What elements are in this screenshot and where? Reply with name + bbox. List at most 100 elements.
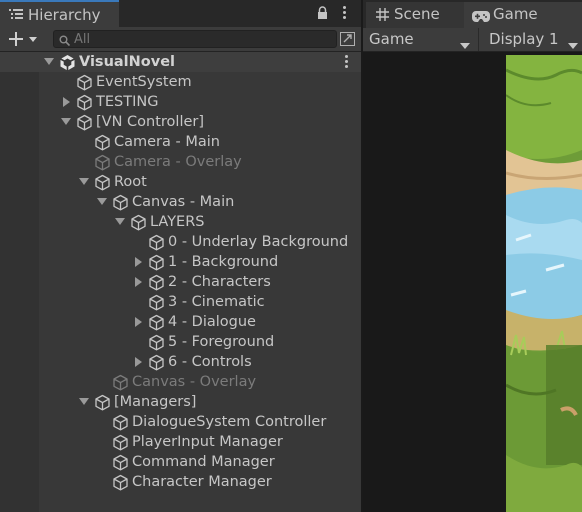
scene-menu-icon[interactable] [345, 55, 349, 69]
chevron-down-icon [568, 37, 578, 53]
hash-grid-icon [376, 8, 389, 25]
game-tab-bar: Scene Game [363, 0, 582, 28]
hierarchy-item-label: [Managers] [114, 394, 197, 410]
hierarchy-item[interactable]: 3 - Cinematic [0, 292, 361, 312]
search-icon [59, 34, 71, 47]
search-field[interactable] [53, 30, 337, 48]
hierarchy-item[interactable]: 6 - Controls [0, 352, 361, 372]
collapse-arrow-icon[interactable] [132, 352, 144, 372]
hierarchy-item[interactable]: 4 - Dialogue [0, 312, 361, 332]
game-render-image [506, 55, 582, 512]
hierarchy-item[interactable]: [VN Controller] [0, 112, 361, 132]
game-viewport[interactable] [363, 52, 582, 512]
hierarchy-item-label: Camera - Main [114, 134, 220, 150]
list-icon [9, 8, 23, 20]
hierarchy-item-label: Canvas - Overlay [132, 374, 257, 390]
hierarchy-item-label: Root [114, 174, 147, 190]
hierarchy-panel: Hierarchy All VisualNovel EventSystem TE… [0, 0, 361, 512]
gameobject-icon [76, 114, 93, 131]
hierarchy-item[interactable]: [Managers] [0, 392, 361, 412]
hierarchy-tree: VisualNovel EventSystem TESTING [VN Control… [0, 52, 361, 512]
game-toolbar: Game Display 1 [363, 28, 582, 52]
search-input[interactable] [74, 31, 314, 47]
hierarchy-item-label: 4 - Dialogue [168, 314, 256, 330]
gameobject-icon [148, 294, 165, 311]
gameobject-icon [94, 154, 111, 171]
expand-arrow-icon[interactable] [114, 212, 126, 232]
gameobject-icon [148, 254, 165, 271]
gameobject-icon [112, 454, 129, 471]
hierarchy-item-label: Command Manager [132, 454, 275, 470]
hierarchy-item-label: 0 - Underlay Background [168, 234, 349, 250]
gameobject-icon [148, 314, 165, 331]
hierarchy-item-label: TESTING [96, 94, 159, 110]
hierarchy-item-label: [VN Controller] [96, 114, 205, 130]
hierarchy-item[interactable]: EventSystem [0, 72, 361, 92]
hierarchy-item[interactable]: Canvas - Main [0, 192, 361, 212]
gameobject-icon [130, 214, 147, 231]
hierarchy-item-label: DialogueSystem Controller [132, 414, 327, 430]
hierarchy-item[interactable]: 0 - Underlay Background [0, 232, 361, 252]
scene-row[interactable]: VisualNovel [0, 52, 361, 72]
hierarchy-item-label: 1 - Background [168, 254, 279, 270]
expand-arrow-icon[interactable] [96, 192, 108, 212]
hierarchy-item-label: EventSystem [96, 74, 192, 90]
tab-game-label: Game [493, 5, 538, 23]
gamepad-icon [472, 10, 490, 26]
gameobject-icon [148, 334, 165, 351]
create-button[interactable] [4, 29, 44, 49]
tab-hierarchy-label: Hierarchy [28, 6, 101, 24]
hierarchy-item-label: Character Manager [132, 474, 272, 490]
collapse-arrow-icon[interactable] [60, 92, 72, 112]
hierarchy-item[interactable]: Character Manager [0, 472, 361, 492]
gameobject-icon [148, 274, 165, 291]
hierarchy-item-label: Canvas - Main [132, 194, 235, 210]
hierarchy-item[interactable]: 5 - Foreground [0, 332, 361, 352]
collapse-arrow-icon[interactable] [132, 272, 144, 292]
hierarchy-item[interactable]: DialogueSystem Controller [0, 412, 361, 432]
hierarchy-item-label: VisualNovel [79, 54, 175, 70]
unity-logo-icon [59, 54, 76, 71]
hierarchy-item[interactable]: Root [0, 172, 361, 192]
hierarchy-item[interactable]: Command Manager [0, 452, 361, 472]
hierarchy-menu-icon[interactable] [343, 6, 347, 20]
tab-game[interactable]: Game [464, 2, 582, 28]
collapse-arrow-icon[interactable] [132, 312, 144, 332]
hierarchy-item-label: 6 - Controls [168, 354, 252, 370]
hierarchy-item[interactable]: Camera - Main [0, 132, 361, 152]
tab-scene-label: Scene [394, 5, 440, 23]
game-panel: Scene Game Game Display 1 [363, 0, 582, 512]
lock-icon[interactable] [316, 6, 329, 20]
hierarchy-item[interactable]: LAYERS [0, 212, 361, 232]
tab-hierarchy[interactable]: Hierarchy [0, 0, 119, 27]
hierarchy-item-label: 5 - Foreground [168, 334, 275, 350]
tab-scene[interactable]: Scene [366, 2, 464, 28]
gameobject-icon [148, 234, 165, 251]
gameobject-icon [76, 74, 93, 91]
collapse-arrow-icon[interactable] [132, 252, 144, 272]
gameobject-icon [94, 134, 111, 151]
hierarchy-item[interactable]: PlayerInput Manager [0, 432, 361, 452]
expand-arrow-icon[interactable] [78, 392, 90, 412]
expand-arrow-icon[interactable] [78, 172, 90, 192]
gameobject-icon [112, 374, 129, 391]
hierarchy-toolbar [0, 27, 361, 52]
hierarchy-item[interactable]: 2 - Characters [0, 272, 361, 292]
gameobject-icon [94, 174, 111, 191]
gameobject-icon [76, 94, 93, 111]
gameobject-icon [112, 434, 129, 451]
scene-visibility-icon[interactable] [340, 30, 355, 47]
view-mode-dropdown[interactable]: Game [363, 28, 478, 51]
hierarchy-tab-bar: Hierarchy [0, 0, 361, 27]
hierarchy-item[interactable]: Camera - Overlay [0, 152, 361, 172]
hierarchy-item[interactable]: 1 - Background [0, 252, 361, 272]
gameobject-icon [148, 354, 165, 371]
gameobject-icon [94, 394, 111, 411]
expand-arrow-icon[interactable] [43, 52, 55, 72]
hierarchy-item[interactable]: TESTING [0, 92, 361, 112]
toolbar-separator [478, 28, 479, 51]
display-dropdown[interactable]: Display 1 [483, 28, 582, 51]
hierarchy-item[interactable]: Canvas - Overlay [0, 372, 361, 392]
expand-arrow-icon[interactable] [60, 112, 72, 132]
hierarchy-item-label: LAYERS [150, 214, 205, 230]
